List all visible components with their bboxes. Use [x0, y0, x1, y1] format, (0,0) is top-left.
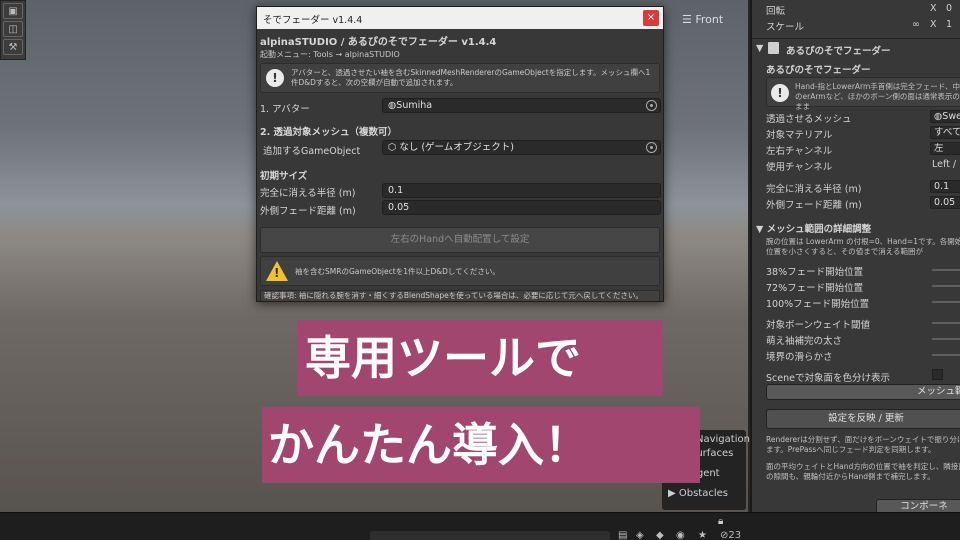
- help-text-2: Rendererは分割せず、面だけをボーンウェイトで振り分けます。PrePass…: [766, 435, 960, 454]
- detail-help-text: 腕の位置は LowerArm の付根=0、Hand=1です。各開始位置を小さくす…: [766, 237, 960, 256]
- dialog-header: alpinaSTUDIO / あるぴのそでフェーダー v1.4.4: [260, 37, 497, 48]
- nav-title: Navigation: [696, 434, 750, 445]
- rotation-label: 回転: [766, 6, 786, 17]
- add-gameobject-label: 追加するGameObject: [263, 146, 361, 157]
- bone-weight-label: 対象ボーンウェイト閾値: [766, 320, 871, 331]
- component-title[interactable]: あるぴのそでフェーダー: [786, 43, 891, 57]
- gizmo-menu-icon: ☰: [682, 13, 696, 26]
- fade100-label: 100%フェード開始位置: [766, 299, 870, 310]
- inspector-panel: 回転 X 0 スケール ∞ X 1 ▼ あるぴのそでフェーダー あるぴのそでフェ…: [750, 0, 960, 512]
- scene-gizmo-label[interactable]: ☰ Front: [682, 13, 723, 26]
- gizmo-label-text: Front: [695, 13, 724, 26]
- info-icon: !: [266, 69, 284, 87]
- use-channel-label: 使用チャンネル: [766, 162, 833, 173]
- fade100-slider[interactable]: [932, 301, 960, 303]
- use-channel-value: Left /: [932, 159, 957, 170]
- avatar-label: 1. アバター: [260, 104, 310, 115]
- detail-section[interactable]: ▼ メッシュ範囲の詳細調整: [756, 221, 871, 235]
- caption-line-1: 専用ツールで: [297, 320, 663, 396]
- transform-tool-icon[interactable]: ◫: [3, 21, 23, 37]
- fade72-slider[interactable]: [932, 285, 960, 287]
- scale-label: スケール: [766, 22, 805, 33]
- favorite-icon[interactable]: ★: [698, 530, 707, 540]
- scene-toggle-icon[interactable]: ▤: [618, 530, 627, 540]
- help-text-3: 面の平均ウェイトとHand方向の位置で袖を判定し、隣接面の隙間も、親輪付近からH…: [766, 462, 960, 481]
- note-text: 確認事項: 袖に隠れる腕を消す・細くするBlendShapeを使っている場合は、…: [260, 290, 660, 301]
- component-subtitle: あるぴのそでフェーダー: [766, 65, 871, 76]
- material-dropdown[interactable]: すべての: [930, 126, 960, 139]
- nav-item-obstacles[interactable]: ▶ Obstacles: [668, 488, 728, 499]
- expand-arrow-icon: ▶: [668, 488, 679, 499]
- visibility-icon[interactable]: ◉: [676, 530, 685, 540]
- initial-size-title: 初期サイズ: [260, 171, 308, 182]
- bottom-status-bar: 🔒︎ ▤ ◈ ◆ ◉ ★ ⊘23: [0, 512, 960, 540]
- layers-icon[interactable]: ◈: [636, 530, 644, 540]
- gameobject-icon: ⬡: [388, 142, 400, 153]
- bone-weight-slider[interactable]: [932, 322, 960, 324]
- object-picker-icon[interactable]: [646, 142, 657, 153]
- rect-tool-icon[interactable]: ▣: [3, 3, 23, 19]
- apply-button[interactable]: 設定を反映 / 更新: [766, 409, 960, 429]
- outer-fade-label: 外側フェード距離 (m): [260, 206, 356, 217]
- full-fade-field[interactable]: 0.1: [382, 183, 661, 198]
- object-picker-icon[interactable]: [646, 100, 657, 111]
- info-icon: !: [771, 84, 789, 102]
- search-field[interactable]: [370, 531, 610, 540]
- auto-place-button[interactable]: 左右のHandへ自動配置して設定: [260, 227, 660, 253]
- boundary-slider[interactable]: [932, 354, 960, 356]
- full-fade-label: 完全に消える半径 (m): [766, 184, 862, 195]
- scene-color-label: Sceneで対象面を色分け表示: [766, 373, 890, 384]
- warning-icon: !: [266, 261, 288, 281]
- lr-channel-dropdown[interactable]: 左: [930, 142, 960, 155]
- scale-axis: X: [930, 19, 937, 30]
- intro-help-box: ! アバターと、透過させたい袖を含むSkinnedMeshRendererのGa…: [260, 63, 660, 93]
- warning-text: 袖を含むSMRのGameObjectを1件以上D&Dしてください。: [295, 267, 500, 276]
- divider: [752, 38, 960, 39]
- warning-box: ! 袖を含むSMRのGameObjectを1件以上D&Dしてください。: [260, 256, 660, 286]
- outer-fade-field[interactable]: 0.05: [930, 196, 960, 209]
- caption-line-2: かんたん導入！: [262, 407, 700, 483]
- add-component-button[interactable]: コンポーネ: [876, 499, 960, 512]
- rotation-value[interactable]: 0: [946, 3, 952, 14]
- mesh-label: 透過させるメッシュ: [766, 114, 852, 125]
- link-icon[interactable]: ∞: [912, 19, 920, 30]
- boundary-label: 境界の滑らかさ: [766, 352, 833, 363]
- sleeve-width-slider[interactable]: [932, 338, 960, 340]
- lock-icon[interactable]: 🔒︎: [718, 516, 723, 527]
- lr-channel-label: 左右チャンネル: [766, 146, 833, 157]
- menu-path: 起動メニュー: Tools → alpinaSTUDIO: [260, 50, 400, 59]
- fade38-label: 38%フェード開始位置: [766, 267, 864, 278]
- scene-toolbar: ▣ ◫ ⚒: [0, 0, 26, 60]
- inspector-help-text: Hand-指とLowerArm手首側は完全フェード、中のerArmなど、ほかのボ…: [795, 82, 960, 111]
- script-icon: [768, 42, 779, 54]
- window-title-bar[interactable]: そでフェーダー v1.4.4 ×: [257, 7, 663, 29]
- foldout-arrow-icon: ▼: [756, 224, 767, 235]
- sode-fader-window: そでフェーダー v1.4.4 × alpinaSTUDIO / あるぴのそでフェ…: [256, 6, 664, 302]
- rotation-axis: X: [930, 3, 937, 14]
- scale-value[interactable]: 1: [946, 19, 952, 30]
- foldout-arrow-icon[interactable]: ▼: [756, 43, 763, 54]
- inspector-help-box: ! Hand-指とLowerArm手首側は完全フェード、中のerArmなど、ほか…: [766, 77, 960, 111]
- add-gameobject-field[interactable]: ⬡ なし (ゲームオブジェクト): [382, 140, 661, 155]
- hidden-count[interactable]: ⊘23: [720, 530, 741, 540]
- fade38-slider[interactable]: [932, 269, 960, 271]
- material-label: 対象マテリアル: [766, 130, 833, 141]
- fade72-label: 72%フェード開始位置: [766, 283, 864, 294]
- outer-fade-field[interactable]: 0.05: [382, 200, 661, 215]
- outer-fade-label: 外側フェード距離 (m): [766, 200, 862, 211]
- sleeve-width-label: 萌え袖補完の太さ: [766, 336, 843, 347]
- window-title: そでフェーダー v1.4.4: [263, 15, 363, 26]
- tag-icon[interactable]: ◆: [656, 530, 664, 540]
- close-button[interactable]: ×: [643, 10, 659, 26]
- custom-tool-icon[interactable]: ⚒: [3, 39, 23, 55]
- full-fade-field[interactable]: 0.1: [930, 180, 960, 193]
- mesh-range-button[interactable]: メッシュ範囲: [766, 384, 960, 400]
- full-fade-label: 完全に消える半径 (m): [260, 188, 356, 199]
- mesh-field[interactable]: ◍Swe: [930, 110, 960, 123]
- mesh-section-title: 2. 透過対象メッシュ（複数可）: [260, 127, 398, 138]
- intro-help-text: アバターと、透過させたい袖を含むSkinnedMeshRendererのGame…: [291, 68, 651, 87]
- avatar-field[interactable]: ◍Sumiha: [382, 98, 661, 113]
- scene-color-checkbox[interactable]: [932, 369, 943, 380]
